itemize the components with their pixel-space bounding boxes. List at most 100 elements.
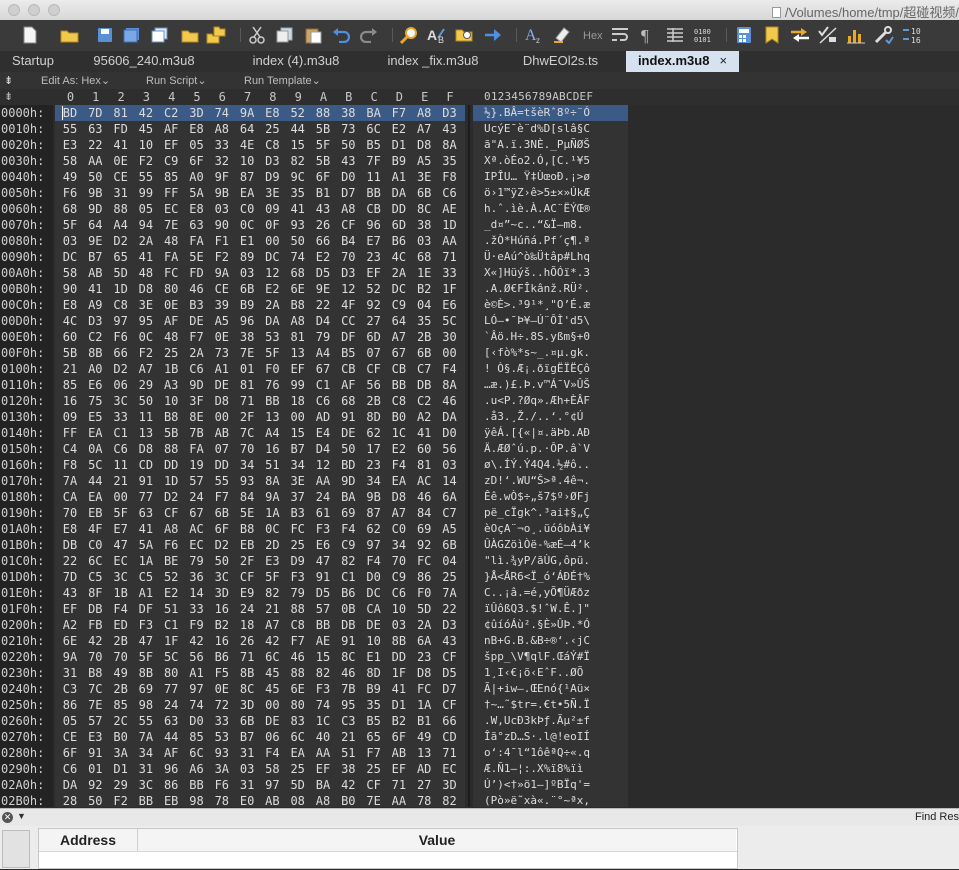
hex-byte[interactable]: 11 — [362, 169, 386, 185]
hex-byte[interactable]: 50 — [336, 137, 360, 153]
hex-byte[interactable]: B9 — [235, 297, 259, 313]
hex-byte[interactable]: 36 — [185, 569, 209, 585]
hex-row[interactable]: 0210h: 6E 42 2B 47 1F 42 16 26 42 F7 AE 91 10 8B 6A 43 nB… — [0, 633, 959, 649]
value-column-header[interactable]: Value — [138, 829, 736, 851]
hex-byte[interactable]: 18 — [286, 393, 310, 409]
hex-byte[interactable]: A7 — [387, 329, 411, 345]
hex-byte[interactable]: 71 — [235, 649, 259, 665]
hex-byte[interactable]: 69 — [336, 505, 360, 521]
hex-row[interactable]: 00E0h: 60 C2 F6 0C 48 F7 0E 38 53 81 79 DF 6D A7 2B 30 `Â… — [0, 329, 959, 345]
hex-byte[interactable]: F7 — [286, 633, 310, 649]
hex-byte[interactable]: F6 — [58, 185, 82, 201]
hex-byte[interactable]: 31 — [235, 745, 259, 761]
hex-byte[interactable]: C7 — [412, 361, 436, 377]
hex-byte[interactable]: 6E — [58, 633, 82, 649]
open-folder-icon[interactable] — [60, 25, 80, 45]
hex-byte[interactable]: 83 — [286, 713, 310, 729]
hex-byte[interactable]: 3C — [109, 393, 133, 409]
hex-byte[interactable]: 77 — [134, 489, 158, 505]
hex-byte[interactable]: 24 — [311, 489, 335, 505]
hex-byte[interactable]: 26 — [235, 633, 259, 649]
hex-byte[interactable]: 9D — [336, 473, 360, 489]
ascii-text[interactable]: Ú’)<†»ö1—]ºBÏq'= — [484, 777, 590, 793]
hex-byte[interactable]: 03 — [235, 761, 259, 777]
hex-byte[interactable]: C7 — [438, 505, 462, 521]
hex-byte[interactable]: 00 — [210, 409, 234, 425]
word-wrap-icon[interactable] — [610, 25, 630, 45]
hex-byte[interactable]: 3E — [260, 185, 284, 201]
hex-byte[interactable]: A8 — [336, 201, 360, 217]
hex-byte[interactable]: 05 — [185, 137, 209, 153]
hex-byte[interactable]: 10 — [362, 633, 386, 649]
hex-byte[interactable]: 86 — [412, 569, 436, 585]
hex-byte[interactable]: 11 — [109, 457, 133, 473]
hex-byte[interactable]: F4 — [336, 521, 360, 537]
hex-byte[interactable]: 5F — [260, 569, 284, 585]
hex-byte[interactable]: 66 — [311, 233, 335, 249]
hex-byte[interactable]: 7E — [235, 345, 259, 361]
hex-byte[interactable]: EB — [235, 537, 259, 553]
hex-byte[interactable]: 6B — [210, 505, 234, 521]
hex-byte[interactable]: BD — [336, 457, 360, 473]
ascii-text[interactable]: Xª.òÉo2.Ó‚[C.¹¥5 — [484, 153, 590, 169]
hex-row[interactable]: 0280h: 6F 91 3A 34 AF 6C 93 31 F4 EA AA 51 F7 AB 13 71 o‘… — [0, 745, 959, 761]
hex-byte[interactable]: AC — [185, 521, 209, 537]
hex-byte[interactable]: 74 — [286, 249, 310, 265]
hex-byte[interactable]: F9 — [185, 617, 209, 633]
close-panel-icon[interactable]: ✕ — [2, 812, 13, 823]
hex-byte[interactable]: EF — [286, 361, 310, 377]
hex-byte[interactable]: 93 — [210, 745, 234, 761]
hex-byte[interactable]: 8B — [387, 633, 411, 649]
hex-byte[interactable]: 43 — [336, 153, 360, 169]
convert-icon[interactable]: 10 16 — [902, 25, 922, 45]
hex-byte[interactable]: DD — [387, 201, 411, 217]
hex-byte[interactable]: 97 — [109, 313, 133, 329]
hex-byte[interactable]: CF — [438, 697, 462, 713]
hex-byte[interactable]: 71 — [438, 745, 462, 761]
hex-byte[interactable]: 41 — [134, 521, 158, 537]
hex-byte[interactable]: B5 — [336, 345, 360, 361]
hex-byte[interactable]: 98 — [185, 793, 209, 807]
hex-byte[interactable]: 00 — [286, 409, 310, 425]
hex-byte[interactable]: 9C — [286, 169, 310, 185]
hex-byte[interactable]: AF — [159, 121, 183, 137]
hex-byte[interactable]: 91 — [311, 569, 335, 585]
hex-byte[interactable]: 82 — [438, 793, 462, 807]
hex-byte[interactable]: 70 — [109, 649, 133, 665]
hex-byte[interactable]: 10 — [235, 153, 259, 169]
hex-byte[interactable]: EC — [438, 761, 462, 777]
hex-byte[interactable]: 09 — [260, 201, 284, 217]
hex-byte[interactable]: 43 — [438, 633, 462, 649]
hex-byte[interactable]: 0C — [235, 217, 259, 233]
hex-byte[interactable]: 11 — [134, 409, 158, 425]
hex-byte[interactable]: 2D — [260, 537, 284, 553]
hex-byte[interactable]: 70 — [336, 249, 360, 265]
hex-byte[interactable]: 0B — [336, 601, 360, 617]
hex-byte[interactable]: 97 — [362, 537, 386, 553]
hex-byte[interactable]: F0 — [260, 361, 284, 377]
hex-byte[interactable]: C5 — [134, 569, 158, 585]
hex-byte[interactable]: AD — [311, 409, 335, 425]
hex-byte[interactable]: F4 — [362, 553, 386, 569]
hex-byte[interactable]: DC — [58, 249, 82, 265]
hex-byte[interactable]: BB — [260, 393, 284, 409]
hex-byte[interactable]: 91 — [134, 473, 158, 489]
hex-byte[interactable]: C6 — [58, 761, 82, 777]
ascii-text[interactable]: è©È>.³9¹*¸"O’É.æ — [484, 297, 590, 313]
hex-byte[interactable]: A8 — [210, 121, 234, 137]
hex-byte[interactable]: 25 — [260, 121, 284, 137]
hex-byte[interactable]: 60 — [412, 441, 436, 457]
hex-byte[interactable]: 10 — [159, 393, 183, 409]
ascii-text[interactable]: IPÎU… Ÿ‡ÙœoÐ.¡>ø — [484, 169, 590, 185]
hex-byte[interactable]: 1B — [159, 361, 183, 377]
hex-byte[interactable]: 14 — [438, 473, 462, 489]
hex-byte[interactable]: 21 — [109, 473, 133, 489]
hex-byte[interactable]: 76 — [260, 377, 284, 393]
tab-index-fix[interactable]: index _fix.m3u8 — [373, 51, 493, 72]
hex-row[interactable]: 0110h: 85 E6 06 29 A3 9D DE 81 76 99 C1 AF 56 BB DB 8A …æ… — [0, 377, 959, 393]
hex-byte[interactable]: F3 — [311, 521, 335, 537]
hex-byte[interactable]: 33 — [210, 713, 234, 729]
hex-byte[interactable]: FF — [159, 185, 183, 201]
hex-byte[interactable]: 30 — [438, 329, 462, 345]
hex-byte[interactable]: F6 — [109, 329, 133, 345]
